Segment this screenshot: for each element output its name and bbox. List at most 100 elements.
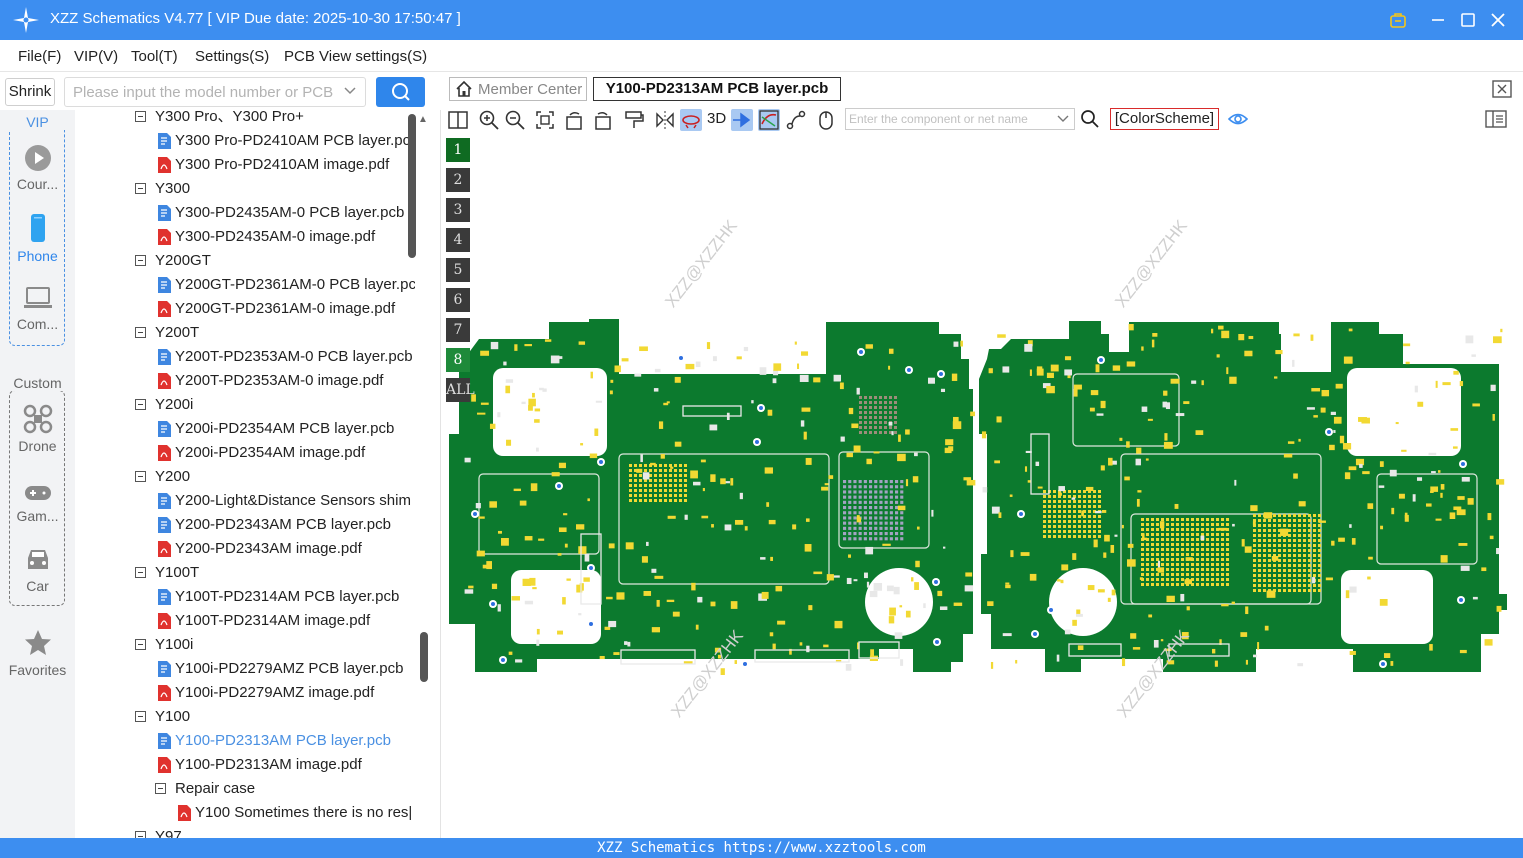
collapse-toggle-icon[interactable]	[135, 639, 146, 650]
component-search-icon[interactable]	[1080, 109, 1100, 129]
menu-vip[interactable]: VIP(V)	[74, 48, 118, 65]
pcb-board-view[interactable]	[441, 134, 1523, 838]
collapse-toggle-icon[interactable]	[135, 471, 146, 482]
bga-pad	[1216, 578, 1219, 581]
menu-pcb-view-settings[interactable]: PCB View settings(S)	[284, 48, 427, 65]
bga-pad	[1161, 533, 1164, 536]
bga-pad	[629, 499, 632, 502]
menu-file[interactable]: File(F)	[18, 48, 61, 65]
pcb-canvas[interactable]: XZZ@XZZHK XZZ@XZZHK XZZ@XZZHK XZZ@XZZHK	[441, 134, 1523, 838]
component-pad	[839, 382, 844, 390]
layer-button-5[interactable]: 5	[446, 258, 470, 282]
minimize-button[interactable]	[1426, 8, 1450, 32]
component-pad	[846, 577, 852, 585]
search-button[interactable]	[376, 77, 425, 107]
layer-button-all[interactable]: ALL	[446, 378, 475, 402]
vip-bag-icon[interactable]	[1386, 8, 1410, 32]
collapse-toggle-icon[interactable]	[135, 711, 146, 722]
close-button[interactable]	[1486, 8, 1510, 32]
collapse-toggle-icon[interactable]	[135, 111, 146, 122]
split-view-icon[interactable]	[447, 109, 469, 131]
component-pad	[1127, 543, 1134, 548]
mouse-icon[interactable]	[815, 109, 837, 131]
tab-active-pcb[interactable]: Y100-PD2313AM PCB layer.pcb	[593, 77, 841, 101]
component-pad	[1072, 619, 1077, 626]
layer-button-4[interactable]: 4	[446, 228, 470, 252]
zoom-out-icon[interactable]	[504, 109, 526, 131]
rotate-left-icon[interactable]	[564, 109, 586, 131]
component-pad	[777, 620, 786, 625]
menu-tool[interactable]: Tool(T)	[131, 48, 178, 65]
component-pad	[952, 421, 962, 430]
pdf-file-icon	[158, 229, 171, 245]
eye-icon[interactable]	[1228, 110, 1248, 128]
bga-pad	[1298, 544, 1301, 547]
bga-pad	[1171, 563, 1174, 566]
collapse-toggle-icon[interactable]	[135, 831, 146, 838]
mirror-icon[interactable]	[654, 109, 676, 131]
nav-course[interactable]: Cour...	[0, 144, 75, 192]
nav-car[interactable]: Car	[0, 546, 75, 594]
component-pad	[891, 431, 894, 436]
chevron-down-icon[interactable]	[343, 84, 357, 98]
layer-button-1[interactable]: 1	[446, 138, 470, 162]
fit-view-icon[interactable]	[534, 109, 556, 131]
tab-member-center[interactable]: Member Center	[449, 77, 587, 101]
component-pad	[851, 423, 859, 429]
maximize-button[interactable]	[1456, 8, 1480, 32]
menu-settings[interactable]: Settings(S)	[195, 48, 269, 65]
panel-toggle-icon[interactable]	[1485, 110, 1507, 128]
bga-pad	[1221, 568, 1224, 571]
component-search-input[interactable]	[846, 109, 1046, 129]
collapse-toggle-icon[interactable]	[135, 567, 146, 578]
collapse-toggle-icon[interactable]	[155, 783, 166, 794]
bga-pad	[869, 431, 872, 434]
layer-button-7[interactable]: 7	[446, 318, 470, 342]
component-pad	[658, 421, 664, 429]
shrink-button[interactable]: Shrink	[5, 78, 55, 106]
layer-button-6[interactable]: 6	[446, 288, 470, 312]
close-document-icon[interactable]	[1492, 80, 1512, 98]
zoom-in-icon[interactable]	[478, 109, 500, 131]
color-scheme-button[interactable]: [ColorScheme]	[1110, 108, 1219, 130]
nav-phone[interactable]: Phone	[0, 214, 75, 264]
component-pad	[821, 486, 829, 491]
trace-route-icon[interactable]	[785, 109, 807, 131]
component-pad	[996, 416, 1002, 423]
nav-game[interactable]: Gam...	[0, 482, 75, 524]
rotate-right-icon[interactable]	[591, 109, 613, 131]
bga-pad	[1068, 530, 1071, 533]
model-search-input[interactable]	[65, 78, 335, 106]
bga-pad	[895, 532, 899, 536]
collapse-toggle-icon[interactable]	[135, 327, 146, 338]
nav-computer[interactable]: Com...	[0, 286, 75, 332]
bga-pad	[1053, 505, 1056, 508]
bga-pad	[1288, 579, 1291, 582]
tree-scrollbar[interactable]	[408, 114, 416, 258]
bga-pad	[869, 495, 873, 499]
collapse-toggle-icon[interactable]	[135, 183, 146, 194]
bga-pad	[1141, 568, 1144, 571]
3d-view-button[interactable]: 3D	[707, 110, 726, 127]
model-search-box[interactable]	[64, 77, 366, 107]
bga-pad	[858, 495, 862, 499]
layer-button-2[interactable]: 2	[446, 168, 470, 192]
net-map-icon[interactable]	[758, 109, 780, 131]
component-pad	[897, 453, 906, 462]
component-search-box[interactable]	[845, 108, 1075, 130]
scroll-up-icon[interactable]: ▲	[418, 114, 428, 125]
paint-format-icon[interactable]	[623, 109, 645, 131]
bga-pad	[848, 495, 852, 499]
nav-favorites[interactable]: Favorites	[0, 628, 75, 678]
bga-pad	[1186, 573, 1189, 576]
collapse-toggle-icon[interactable]	[135, 399, 146, 410]
layer-button-3[interactable]: 3	[446, 198, 470, 222]
component-pad	[1271, 555, 1279, 561]
chevron-down-icon[interactable]	[1056, 112, 1070, 126]
collapse-toggle-icon[interactable]	[135, 255, 146, 266]
flip-board-icon[interactable]	[680, 109, 702, 131]
layer-button-8[interactable]: 8	[446, 348, 470, 372]
tree-scrollbar-secondary[interactable]	[420, 632, 428, 682]
highlight-net-icon[interactable]	[731, 109, 753, 131]
nav-drone[interactable]: Drone	[0, 404, 75, 454]
